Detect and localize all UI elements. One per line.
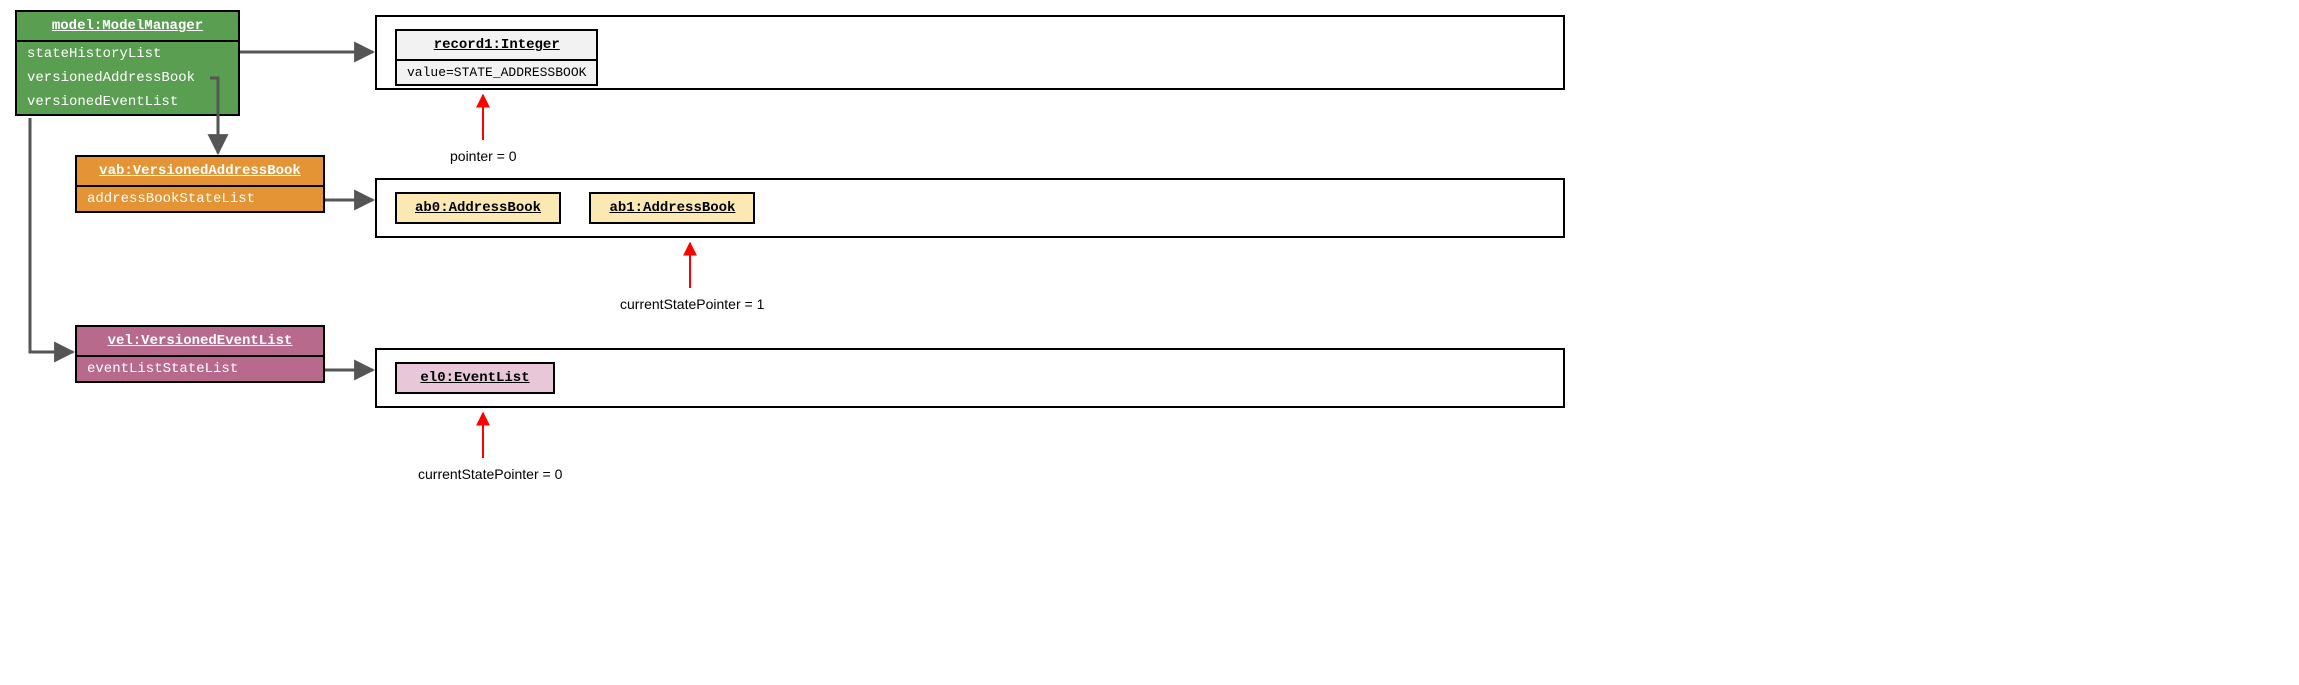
el0-title: el0:EventList: [397, 364, 553, 392]
eventlist-state-list-container: el0:EventList: [375, 348, 1565, 408]
arrows-layer: [0, 0, 2299, 685]
model-attr-versionedaddressbook: versionedAddressBook: [17, 66, 238, 90]
ab0-object: ab0:AddressBook: [395, 192, 561, 224]
model-attr-versionedeventlist: versionedEventList: [17, 90, 238, 114]
vel-title: vel:VersionedEventList: [77, 327, 323, 357]
record1-object: record1:Integer value=STATE_ADDRESSBOOK: [395, 29, 598, 86]
vab-title: vab:VersionedAddressBook: [77, 157, 323, 187]
vab-attr: addressBookStateList: [77, 187, 323, 211]
model-attr-statehistory: stateHistoryList: [17, 42, 238, 66]
el0-object: el0:EventList: [395, 362, 555, 394]
ab1-title: ab1:AddressBook: [591, 194, 753, 222]
model-manager-title: model:ModelManager: [17, 12, 238, 42]
state-history-pointer-label: pointer = 0: [450, 148, 517, 164]
vab-object: vab:VersionedAddressBook addressBookStat…: [75, 155, 325, 213]
state-history-list-container: record1:Integer value=STATE_ADDRESSBOOK: [375, 15, 1565, 90]
ab-pointer-label: currentStatePointer = 1: [620, 296, 764, 312]
addressbook-state-list-container: ab0:AddressBook ab1:AddressBook: [375, 178, 1565, 238]
model-manager-object: model:ModelManager stateHistoryList vers…: [15, 10, 240, 116]
vel-attr: eventListStateList: [77, 357, 323, 381]
el-pointer-label: currentStatePointer = 0: [418, 466, 562, 482]
record1-title: record1:Integer: [397, 31, 596, 59]
ab1-object: ab1:AddressBook: [589, 192, 755, 224]
vel-object: vel:VersionedEventList eventListStateLis…: [75, 325, 325, 383]
ab0-title: ab0:AddressBook: [397, 194, 559, 222]
arrow-model-to-vel: [30, 118, 73, 352]
record1-attr: value=STATE_ADDRESSBOOK: [397, 59, 596, 84]
